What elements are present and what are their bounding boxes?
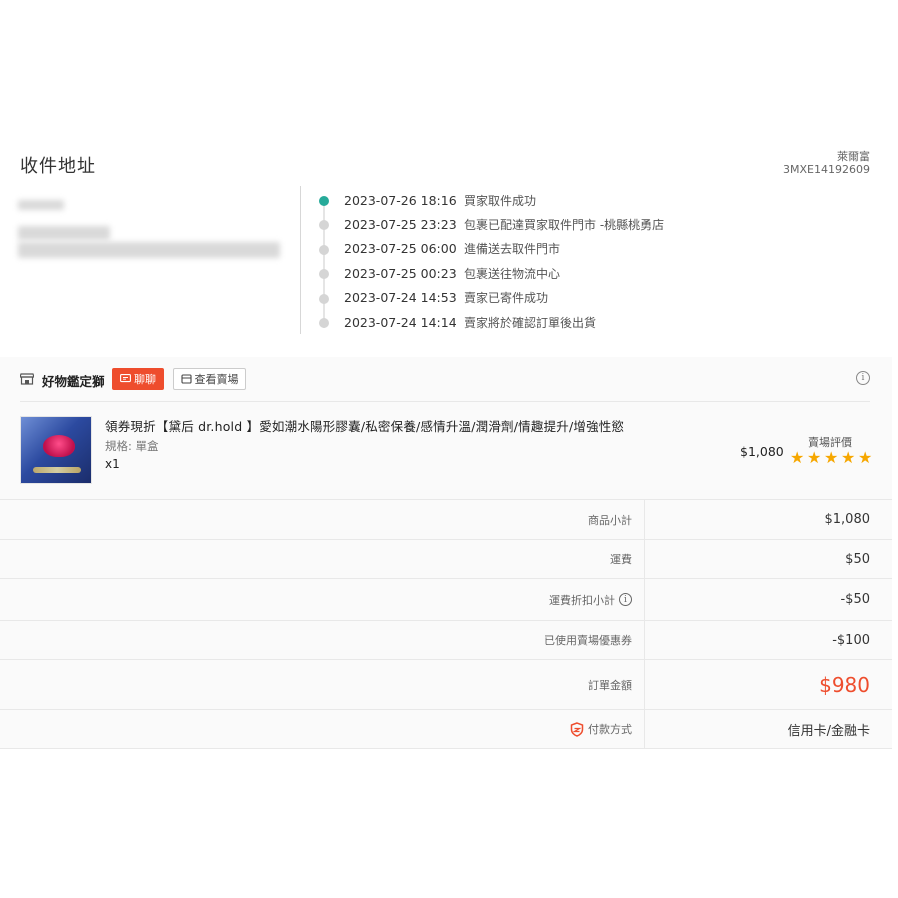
order-total: $980 (819, 672, 870, 697)
store-icon (180, 374, 192, 384)
recipient-name-redacted (18, 200, 64, 210)
view-shop-label: 查看賣場 (194, 373, 239, 386)
summary-value: -$100 (832, 632, 870, 648)
summary-row-shipping-discount: 運費折扣小計 i -$50 (0, 579, 892, 621)
shop-icon (20, 373, 34, 385)
timeline-desc: 賣家將於確認訂單後出貨 (464, 315, 597, 330)
product-image-lips (43, 435, 75, 457)
summary-label-text: 付款方式 (588, 723, 632, 736)
section-divider (300, 186, 301, 334)
recipient-address-redacted (18, 242, 280, 258)
info-icon[interactable]: i (619, 593, 632, 606)
summary-label: 已使用賣場優惠券 (0, 621, 645, 659)
summary-row-total: 訂單金額 $980 (0, 660, 892, 710)
info-icon[interactable]: i (856, 371, 870, 385)
timeline-desc: 包裹已配達買家取件門市 -桃縣桃勇店 (464, 218, 665, 233)
order-summary: 商品小計 $1,080 運費 $50 運費折扣小計 i -$50 已使用賣場優惠… (0, 499, 892, 749)
product-item[interactable]: 領券現折【黛后 dr.hold 】愛如潮水陽形膠囊/私密保養/感情升溫/潤滑劑/… (20, 416, 872, 486)
shield-icon (570, 721, 584, 737)
star-icon: ★ (807, 448, 822, 467)
summary-row-payment: 付款方式 信用卡/金融卡 (0, 710, 892, 749)
carrier-info: 萊爾富 3MXE14192609 (783, 150, 870, 176)
payment-method: 信用卡/金融卡 (787, 723, 870, 739)
timeline-desc: 賣家已寄件成功 (464, 291, 549, 306)
timeline-desc: 進備送去取件門市 (464, 242, 561, 257)
timeline-desc: 買家取件成功 (464, 193, 537, 208)
chat-button[interactable]: 聊聊 (112, 368, 164, 390)
summary-row-coupon: 已使用賣場優惠券 -$100 (0, 621, 892, 660)
timeline-time: 2023-07-24 14:53 (344, 290, 457, 306)
timeline-dot (319, 269, 329, 280)
product-image-decoration (33, 467, 81, 473)
rating-stars: ★ ★ ★ ★ ★ (790, 450, 874, 466)
summary-label-text: 訂單金額 (588, 678, 632, 692)
product-name[interactable]: 領券現折【黛后 dr.hold 】愛如潮水陽形膠囊/私密保養/感情升溫/潤滑劑/… (105, 416, 624, 435)
timeline-dot (319, 293, 329, 304)
summary-label-text: 已使用賣場優惠券 (544, 634, 632, 647)
summary-label-text: 運費 (610, 553, 632, 566)
summary-label: 付款方式 (0, 710, 645, 748)
chat-icon (120, 374, 131, 383)
summary-label-text: 商品小計 (588, 513, 632, 527)
summary-value: -$50 (840, 592, 870, 607)
product-price: $1,080 (740, 444, 784, 459)
tracking-number: 3MXE14192609 (783, 163, 870, 176)
timeline-dot (319, 220, 329, 231)
summary-label-text: 運費折扣小計 (549, 593, 615, 607)
recipient-phone-redacted (18, 226, 110, 240)
star-icon: ★ (841, 448, 856, 467)
summary-label: 運費折扣小計 i (0, 579, 645, 620)
shipping-section: 收件地址 萊爾富 3MXE14192609 2023-07-26 18:16 買… (0, 138, 892, 356)
timeline-time: 2023-07-26 18:16 (344, 192, 457, 208)
star-icon: ★ (790, 448, 805, 467)
star-icon: ★ (858, 448, 873, 467)
summary-label: 運費 (0, 540, 645, 578)
shop-section: 好物鑑定獅 聊聊 查看賣場 i 領券現折【黛后 dr.hold 】愛如潮水陽形膠… (0, 357, 892, 499)
shop-header: 好物鑑定獅 聊聊 查看賣場 i (20, 357, 870, 402)
shop-name[interactable]: 好物鑑定獅 (42, 371, 105, 390)
summary-row-subtotal: 商品小計 $1,080 (0, 500, 892, 540)
timeline-dot-active (319, 196, 329, 206)
summary-row-shipping: 運費 $50 (0, 540, 892, 579)
summary-label: 商品小計 (0, 500, 645, 539)
timeline-time: 2023-07-25 06:00 (344, 241, 457, 257)
carrier-name: 萊爾富 (837, 150, 870, 163)
view-shop-button[interactable]: 查看賣場 (173, 368, 246, 390)
address-title: 收件地址 (20, 156, 96, 177)
summary-value: $1,080 (824, 512, 871, 527)
timeline-dot (319, 244, 329, 255)
timeline-time: 2023-07-24 14:14 (344, 314, 457, 330)
product-image[interactable] (20, 416, 92, 484)
star-icon: ★ (824, 448, 839, 467)
chat-button-label: 聊聊 (134, 373, 156, 386)
product-spec: 規格: 單盒 (105, 439, 159, 453)
timeline-desc: 包裹送往物流中心 (464, 266, 561, 281)
product-quantity: x1 (105, 457, 120, 471)
timeline-dot (319, 317, 329, 328)
timeline-time: 2023-07-25 23:23 (344, 217, 457, 233)
timeline-time: 2023-07-25 00:23 (344, 265, 457, 281)
summary-value: $50 (845, 551, 870, 567)
summary-label: 訂單金額 (0, 660, 645, 709)
